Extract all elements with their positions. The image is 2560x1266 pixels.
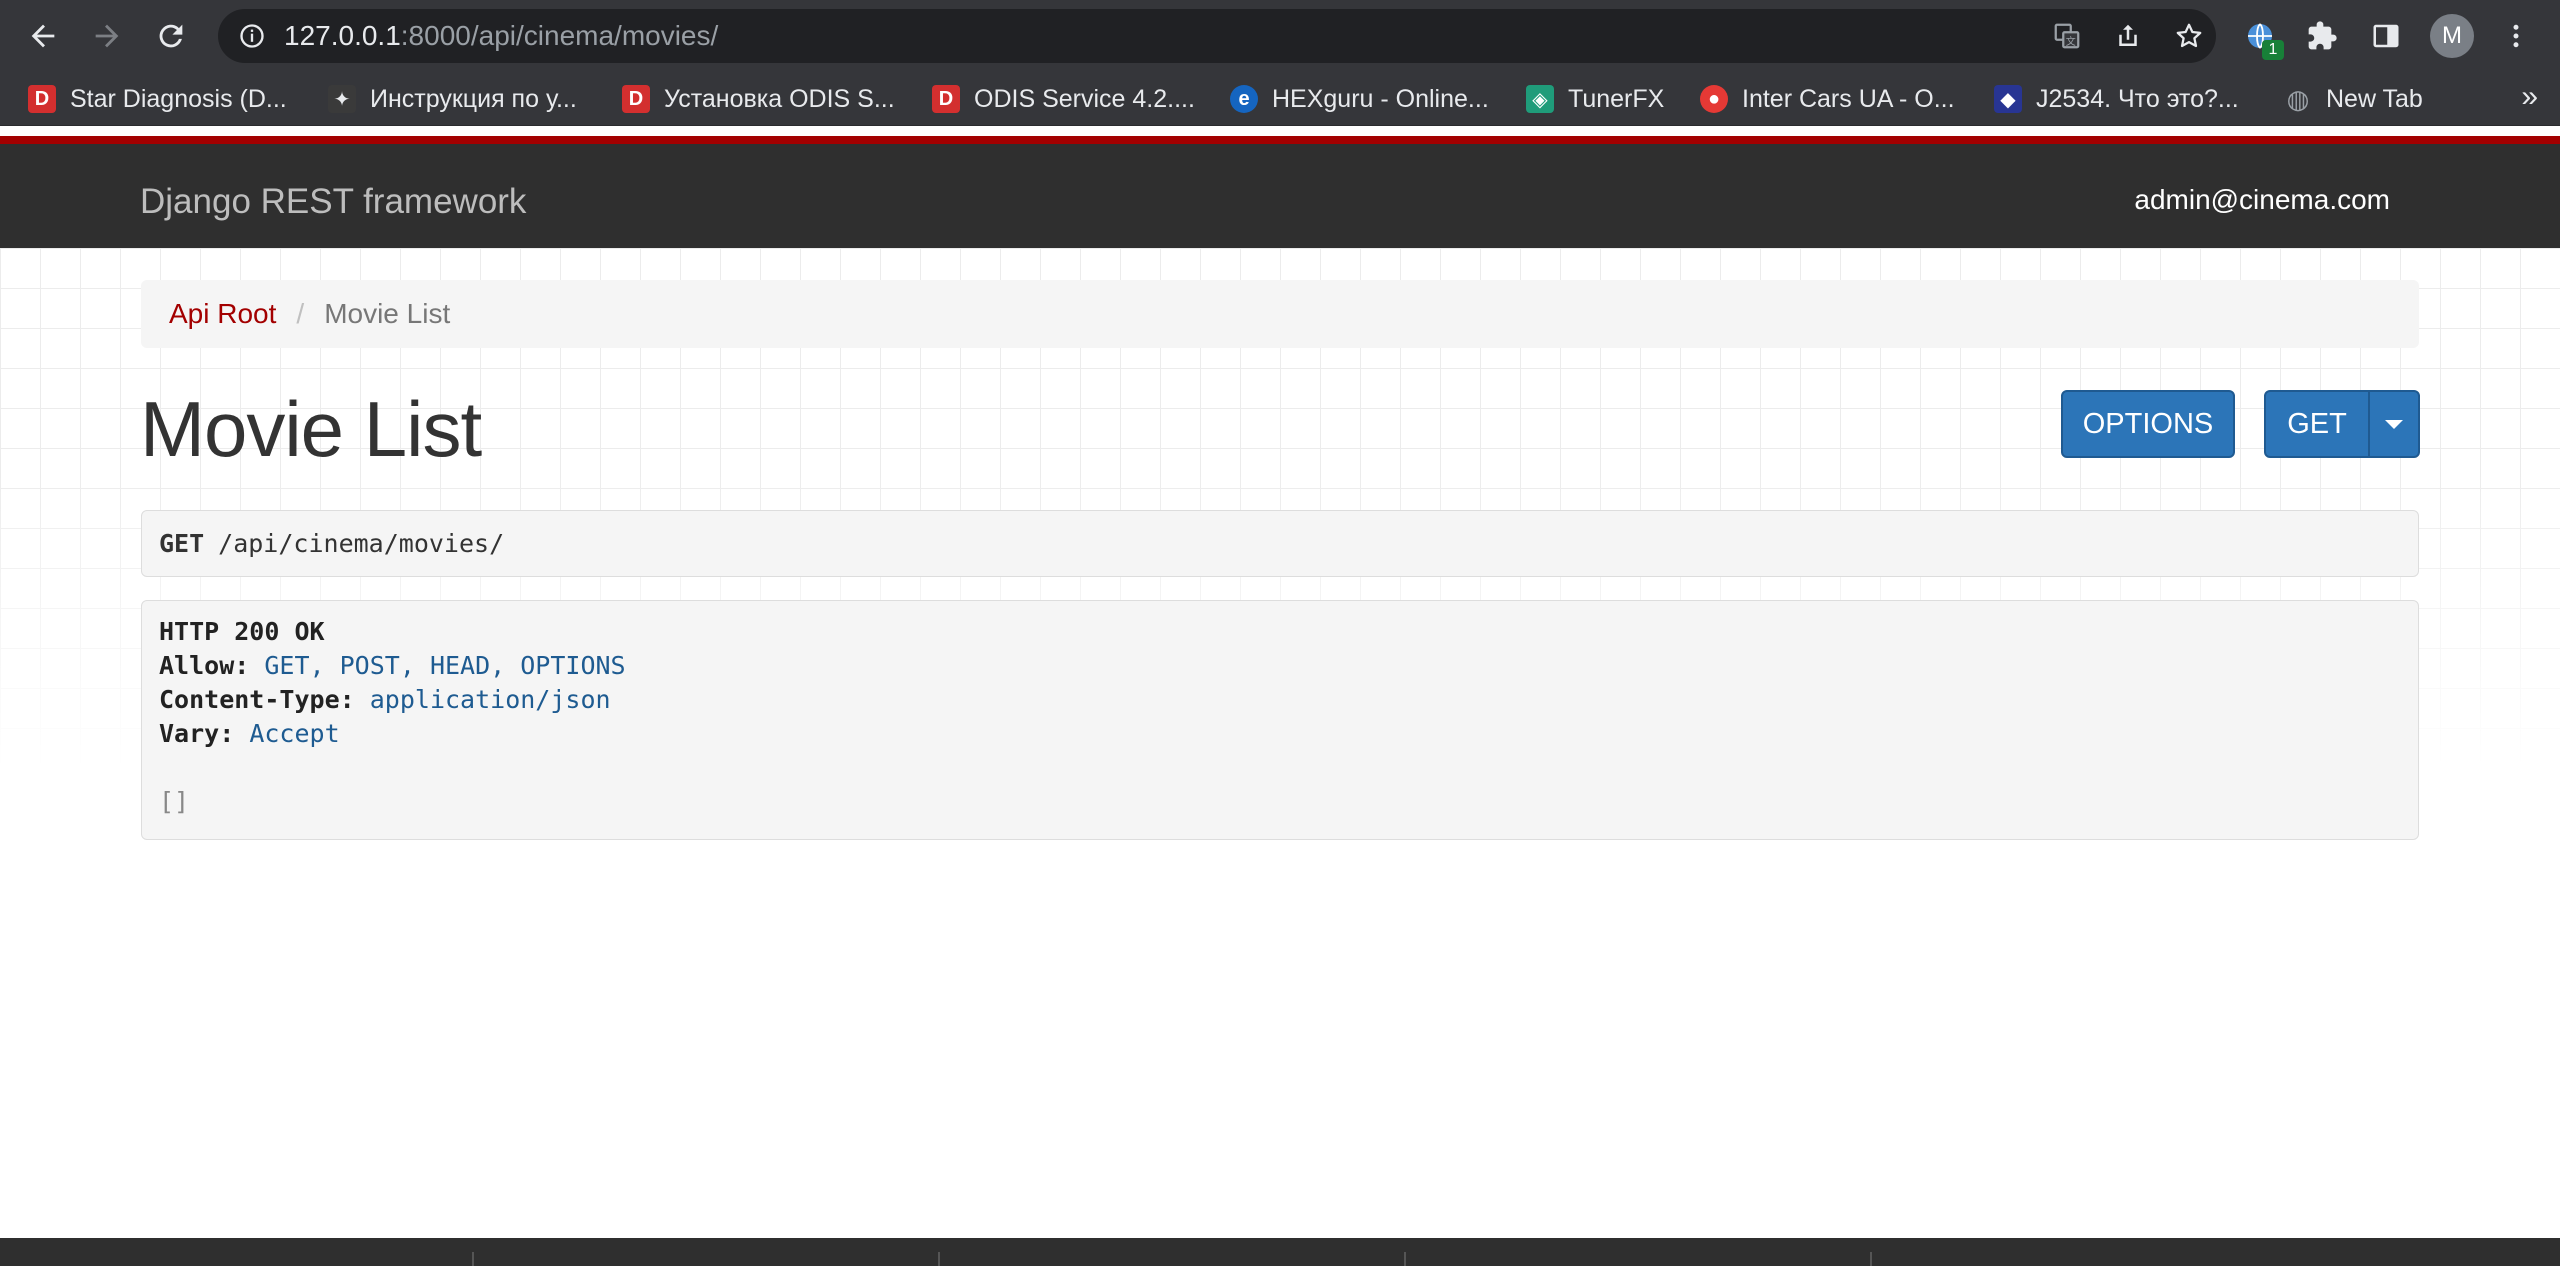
back-button[interactable] (20, 13, 66, 59)
arrow-left-icon (31, 24, 55, 48)
extension-badge: 1 (2262, 40, 2284, 60)
breadcrumb: Api Root / Movie List (141, 280, 2419, 348)
browser-toolbar: 127.0.0.1:8000/api/cinema/movies/ 文 1 M (0, 0, 2560, 72)
response-header: Allow: GET, POST, HEAD, OPTIONS (159, 651, 626, 680)
request-method: GET (159, 529, 205, 558)
bookmark-favicon-icon: ◈ (1526, 85, 1554, 113)
response-status: HTTP 200 OK (159, 617, 325, 646)
globe-icon: ◍ (2286, 83, 2310, 114)
reload-button[interactable] (148, 13, 194, 59)
arrow-right-icon (95, 24, 119, 48)
footer-divider (1404, 1252, 1406, 1266)
breadcrumb-separator: / (296, 298, 305, 329)
caret-down-icon (2385, 419, 2403, 429)
svg-text:文: 文 (2066, 35, 2076, 48)
forward-button[interactable] (84, 13, 130, 59)
bookmark-6[interactable]: ● Inter Cars UA - O... (1700, 72, 1955, 126)
brand-link[interactable]: Django REST framework (140, 182, 526, 222)
bookmark-favicon-icon: e (1230, 85, 1258, 113)
bookmarks-overflow-button[interactable]: » (2521, 80, 2538, 114)
bookmarks-bar: D Star Diagnosis (D... ✦ Инструкция по у… (0, 72, 2560, 126)
puzzle-icon (2308, 21, 2337, 50)
bookmark-favicon-icon: ✦ (328, 85, 356, 113)
response-header: Content-Type: application/json (159, 685, 611, 714)
bookmark-2[interactable]: D Установка ODIS S... (622, 72, 895, 126)
info-icon[interactable] (238, 22, 266, 50)
extensions-button[interactable] (2300, 14, 2344, 58)
get-button[interactable]: GET (2264, 390, 2370, 458)
profile-avatar[interactable]: M (2430, 14, 2474, 58)
user-menu[interactable]: admin@cinema.com (2134, 184, 2390, 216)
footer-divider (938, 1252, 940, 1266)
bookmark-favicon-icon: D (932, 85, 960, 113)
extension-vpn-button[interactable]: 1 (2238, 14, 2284, 60)
bookmark-favicon-icon: ◆ (1994, 85, 2022, 113)
request-info: GET /api/cinema/movies/ (141, 510, 2419, 577)
bookmark-7[interactable]: ◆ J2534. Что это?... (1994, 72, 2239, 126)
bookmark-star-icon[interactable] (2174, 21, 2204, 51)
bookmark-4[interactable]: e HEXguru - Online... (1230, 72, 1489, 126)
bookmark-5[interactable]: ◈ TunerFX (1526, 72, 1664, 126)
bookmark-favicon-icon: D (622, 85, 650, 113)
bookmark-favicon-icon: D (28, 85, 56, 113)
response-info: HTTP 200 OK Allow: GET, POST, HEAD, OPTI… (141, 600, 2419, 840)
footer-divider (472, 1252, 474, 1266)
address-bar[interactable]: 127.0.0.1:8000/api/cinema/movies/ 文 (218, 9, 2216, 63)
request-path: /api/cinema/movies/ (218, 529, 505, 558)
get-format-dropdown-button[interactable] (2368, 390, 2420, 458)
bookmark-8[interactable]: ◍ New Tab (2284, 72, 2423, 126)
side-panel-icon (2373, 24, 2399, 48)
page-footer (0, 1238, 2560, 1266)
url-text: 127.0.0.1:8000/api/cinema/movies/ (284, 20, 719, 51)
page-title: Movie List (140, 385, 482, 473)
reload-icon (159, 24, 183, 48)
footer-divider (1870, 1252, 1872, 1266)
kebab-menu-icon (2513, 24, 2519, 48)
options-button[interactable]: OPTIONS (2061, 390, 2235, 458)
bookmark-1[interactable]: ✦ Инструкция по у... (328, 72, 577, 126)
breadcrumb-current: Movie List (324, 298, 451, 329)
side-panel-button[interactable] (2364, 14, 2408, 58)
bookmark-0[interactable]: D Star Diagnosis (D... (28, 72, 287, 126)
response-body: [] (159, 787, 190, 816)
share-icon[interactable] (2113, 21, 2143, 51)
browser-menu-button[interactable] (2494, 14, 2538, 58)
bookmark-3[interactable]: D ODIS Service 4.2.... (932, 72, 1195, 126)
bookmark-favicon-icon: ● (1700, 85, 1728, 113)
translate-icon[interactable]: 文 (2052, 21, 2082, 51)
drf-navbar: Django REST framework admin@cinema.com (0, 136, 2560, 248)
response-header: Vary: Accept (159, 719, 340, 748)
breadcrumb-api-root-link[interactable]: Api Root (169, 298, 276, 330)
